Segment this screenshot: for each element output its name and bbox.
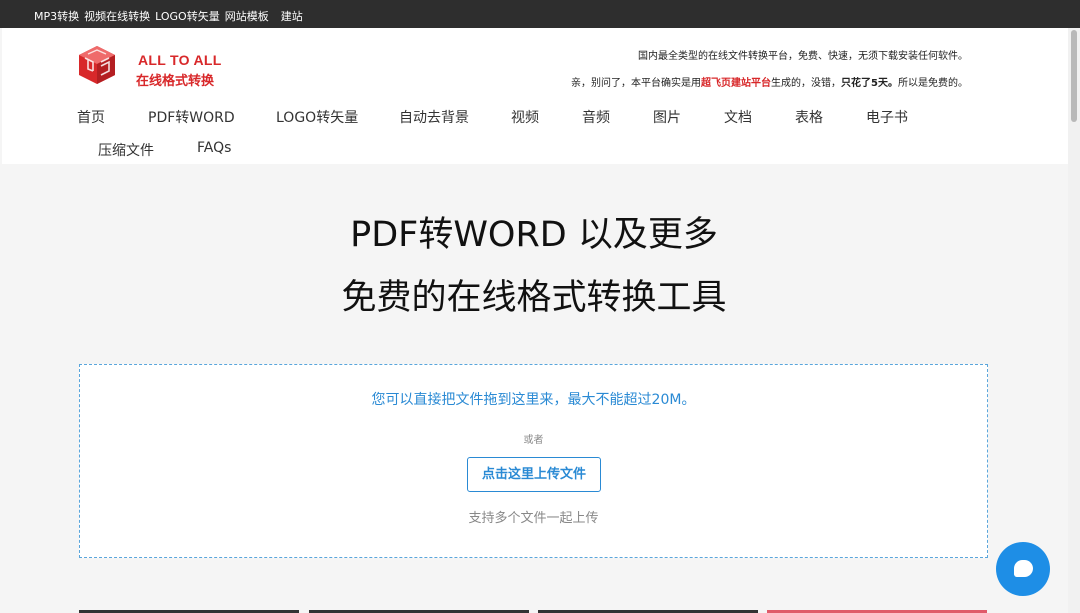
top-link-logo-vector[interactable]: LOGO转矢量 [155, 10, 220, 23]
top-link-build-site[interactable]: 建站 [281, 10, 303, 23]
nav-item-faqs[interactable]: FAQs [197, 140, 231, 156]
drop-zone-or: 或者 [523, 435, 544, 446]
cube-logo-icon[interactable] [76, 44, 118, 86]
nav-item-pdf-to-word[interactable]: PDF转WORD [148, 107, 235, 127]
chat-bubble-icon [1014, 560, 1033, 577]
nav-item-document[interactable]: 文档 [724, 107, 752, 127]
nav-item-remove-background[interactable]: 自动去背景 [399, 107, 469, 127]
nav-item-video[interactable]: 视频 [511, 107, 539, 127]
nav-item-spreadsheet[interactable]: 表格 [795, 107, 823, 127]
top-link-video[interactable]: 视频在线转换 [84, 10, 150, 23]
logo-text-cn: 在线格式转换 [136, 74, 215, 89]
tagline-pre: 亲，别问了，本平台确实是用 [571, 78, 702, 89]
top-link-templates[interactable]: 网站模板 [225, 10, 269, 23]
hero-subtitle: 免费的在线格式转换工具 [341, 278, 727, 318]
top-bar: MP3转换 视频在线转换 LOGO转矢量 网站模板 建站 [0, 0, 1080, 28]
top-links: MP3转换 视频在线转换 LOGO转矢量 网站模板 建站 [34, 8, 308, 24]
file-drop-zone[interactable]: 您可以直接把文件拖到这里来，最大不能超过20M。 或者 点击这里上传文件 支持多… [79, 364, 988, 558]
page-scrollbar[interactable] [1068, 28, 1080, 613]
nav-item-ebook[interactable]: 电子书 [866, 107, 908, 127]
nav-item-audio[interactable]: 音频 [582, 107, 610, 127]
logo-text-en: ALL TO ALL [138, 52, 222, 68]
nav-item-image[interactable]: 图片 [653, 107, 681, 127]
tagline-bold: 只花了5天。 [841, 78, 898, 89]
drop-zone-instructions: 您可以直接把文件拖到这里来，最大不能超过20M。 [371, 392, 696, 408]
nav-item-logo-vector[interactable]: LOGO转矢量 [276, 107, 358, 127]
top-link-mp3[interactable]: MP3转换 [34, 10, 79, 23]
tagline-post: 所以是免费的。 [898, 78, 968, 89]
drop-zone-multi-note: 支持多个文件一起上传 [468, 511, 599, 526]
nav-item-archive[interactable]: 压缩文件 [98, 140, 154, 160]
upload-file-button[interactable]: 点击这里上传文件 [467, 457, 601, 492]
tagline-highlight-link[interactable]: 超飞页建站平台 [701, 78, 771, 89]
scrollbar-thumb[interactable] [1071, 30, 1077, 122]
chat-button[interactable] [996, 542, 1050, 596]
tagline-mid: 生成的，没错， [771, 78, 842, 89]
tagline-line-1: 国内最全类型的在线文件转换平台，免费、快速，无须下载安装任何软件。 [638, 51, 968, 62]
nav-item-home[interactable]: 首页 [77, 107, 105, 127]
tagline-line-2: 亲，别问了，本平台确实是用超飞页建站平台生成的，没错，只花了5天。所以是免费的。 [571, 74, 968, 89]
hero-title: PDF转WORD 以及更多 [350, 215, 718, 255]
